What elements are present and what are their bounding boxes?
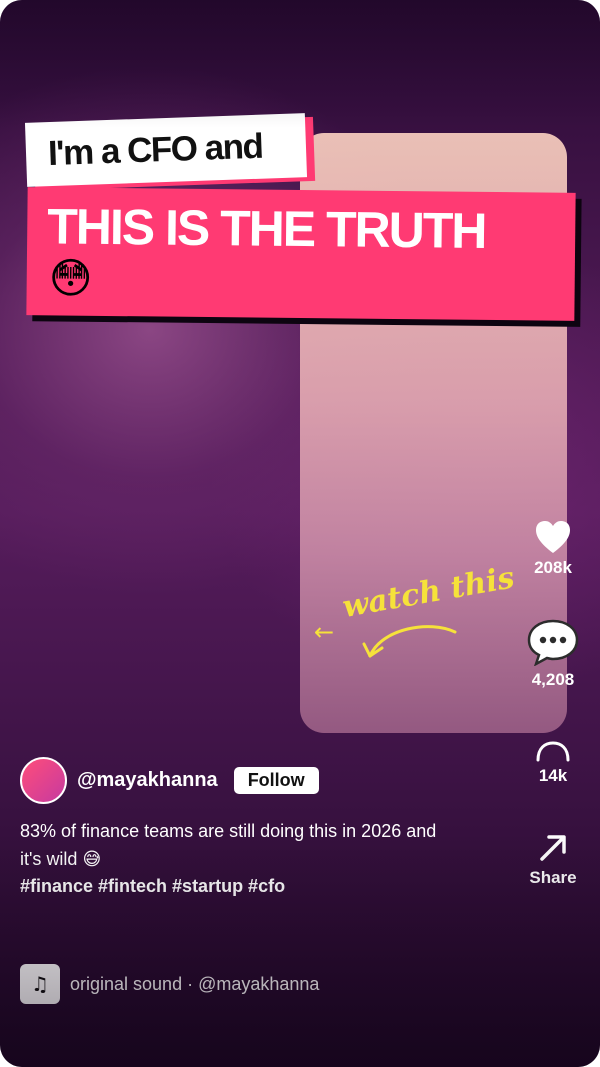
sound-label[interactable]: original sound · @mayakhanna [70,974,319,995]
video-caption: 83% of finance teams are still doing thi… [20,821,437,869]
video-feed-screen[interactable]: I'm a CFO and THIS IS THE TRUTH 😳 ← watc… [0,0,600,1067]
save-count: 14k [538,766,568,785]
headline-small-text: I'm a CFO and [47,126,264,174]
annotation-text: watch this [339,560,517,625]
follow-button[interactable]: Follow [233,766,319,794]
bookmark-icon [536,741,570,762]
avatar[interactable] [20,756,67,804]
sound-row[interactable]: ♫ original sound · @mayakhanna [20,964,319,1004]
headline-banner-small: I'm a CFO and [24,113,308,187]
share-button[interactable]: Share [518,832,588,888]
like-button[interactable]: 208k [518,520,588,578]
headline-big-text: THIS IS THE TRUTH [46,198,486,259]
left-arrow-icon: ← [314,618,335,646]
flushed-face-emoji: 😳 [48,254,93,302]
caption-hashtags[interactable]: #finance #fintech #startup #cfo [20,872,285,900]
headline-banner-big: THIS IS THE TRUTH 😳 [26,187,576,321]
music-note-icon[interactable]: ♫ [20,964,60,1004]
share-arrow-icon [540,835,566,861]
save-button[interactable]: 14k [518,740,588,786]
share-label: Share [529,868,577,887]
comment-button[interactable]: 4,208 [518,618,588,690]
annotation-swoosh-icon [362,625,457,658]
comment-count: 4,208 [531,670,575,689]
heart-icon [536,521,570,553]
comment-bubble-icon [527,619,579,666]
like-count: 208k [534,558,572,577]
watch-this-annotation: ← watch this [310,560,530,670]
creator-row: @mayakhanna Follow [20,756,319,804]
creator-username[interactable]: @mayakhanna [77,769,218,792]
